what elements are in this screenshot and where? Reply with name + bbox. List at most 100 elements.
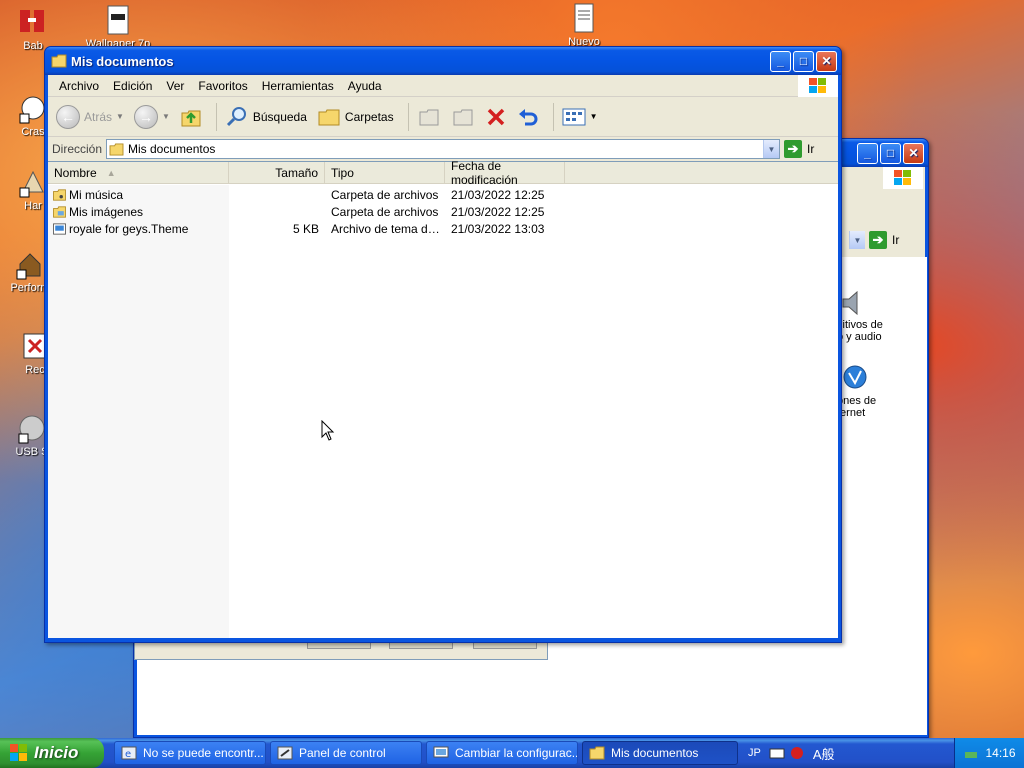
chevron-down-icon[interactable]: ▼ — [116, 112, 124, 121]
windows-flag-icon — [798, 75, 838, 97]
forward-button[interactable]: → ▼ — [132, 102, 172, 132]
control-panel-item-label: ones de — [837, 395, 877, 407]
menu-archivo[interactable]: Archivo — [52, 79, 106, 93]
undo-button[interactable] — [515, 102, 541, 132]
explorer-window[interactable]: Mis documentos _ □ ✕ Archivo Edición Ver… — [44, 46, 842, 643]
search-icon — [226, 106, 246, 126]
toolbar-separator — [215, 102, 217, 131]
task-button-error[interactable]: e No se puede encontr... — [114, 741, 266, 765]
language-bar[interactable]: JP A般 — [748, 738, 835, 768]
folder-icon — [109, 142, 124, 156]
folders-button[interactable]: Carpetas — [315, 102, 396, 132]
views-button[interactable]: ▼ — [560, 102, 600, 132]
control-panel-item-sound[interactable]: sitivos de o y audio — [837, 287, 927, 343]
file-size: 5 KB — [292, 221, 319, 236]
chevron-down-icon[interactable]: ▼ — [162, 112, 170, 121]
menu-ayuda[interactable]: Ayuda — [341, 79, 389, 93]
file-name: Mis imágenes — [69, 204, 144, 219]
keyboard-icon[interactable] — [769, 747, 785, 759]
toolbar-separator — [552, 102, 554, 131]
folder-icon — [51, 54, 67, 68]
file-row[interactable]: Mi música Carpeta de archivos 21/03/2022… — [48, 186, 838, 203]
desktop-icon-nuevo[interactable]: Nuevo — [548, 2, 620, 48]
delete-button[interactable] — [483, 102, 509, 132]
go-button[interactable]: ➔ Ir — [784, 140, 834, 158]
maximize-button[interactable]: □ — [793, 50, 814, 72]
address-value: Mis documentos — [128, 142, 216, 156]
task-button-control-panel[interactable]: Panel de control — [270, 741, 422, 765]
file-name: royale for geys.Theme — [69, 221, 189, 236]
file-type: Archivo de tema de ... — [331, 221, 445, 236]
up-folder-button[interactable] — [178, 102, 204, 132]
file-row[interactable]: Mis imágenes Carpeta de archivos 21/03/2… — [48, 203, 838, 220]
column-header-size[interactable]: Tamaño — [229, 162, 325, 184]
delete-icon — [487, 108, 504, 125]
task-button-display-settings[interactable]: Cambiar la configurac... — [426, 741, 578, 765]
windows-flag-icon — [10, 744, 27, 761]
mouse-cursor-icon — [321, 420, 335, 441]
back-button[interactable]: ← Atrás ▼ — [54, 102, 126, 132]
file-modified: 21/03/2022 12:25 — [451, 187, 545, 202]
app-shortcut-icon — [20, 10, 44, 32]
maximize-button[interactable]: □ — [880, 142, 901, 164]
move-to-button[interactable] — [415, 102, 443, 132]
control-panel-icon — [277, 746, 293, 760]
text-document-icon — [574, 3, 594, 33]
address-dropdown-button[interactable]: ▼ — [849, 231, 865, 249]
desktop-icon-label: Bab — [23, 40, 43, 52]
go-button[interactable]: ➔ Ir — [869, 231, 919, 249]
desktop-icon-label: Rec — [25, 364, 45, 376]
address-field[interactable]: Mis documentos ▼ — [106, 139, 780, 159]
start-label: Inicio — [34, 743, 79, 762]
sorted-column-highlight — [48, 185, 229, 638]
svg-text:e: e — [125, 749, 131, 760]
control-panel-item-label: sitivos de — [837, 319, 883, 331]
close-button[interactable]: ✕ — [816, 50, 837, 72]
theme-file-icon — [53, 222, 66, 235]
network-icon[interactable] — [963, 746, 979, 760]
address-dropdown-button[interactable]: ▼ — [763, 140, 779, 158]
column-header-modified[interactable]: Fecha de modificación — [445, 159, 565, 187]
file-type: Carpeta de archivos — [331, 204, 439, 219]
desktop-icon-label: Cras — [21, 126, 45, 138]
control-panel-item-internet[interactable]: ones de ternet — [837, 363, 927, 419]
windows-flag-icon — [883, 167, 923, 189]
column-header-type[interactable]: Tipo — [325, 162, 445, 184]
menu-ver[interactable]: Ver — [159, 79, 191, 93]
menu-edicion[interactable]: Edición — [106, 79, 159, 93]
task-button-mis-documentos[interactable]: Mis documentos — [582, 741, 738, 765]
performance-shortcut-icon — [16, 253, 41, 280]
control-panel-item-label: o y audio — [837, 331, 882, 343]
clock[interactable]: 14:16 — [985, 746, 1015, 760]
system-tray: 14:16 — [954, 738, 1024, 768]
column-header-name[interactable]: Nombre ▲ — [48, 162, 229, 184]
file-list[interactable]: Nombre ▲ Tamaño Tipo Fecha de modificaci… — [48, 159, 838, 638]
music-folder-icon — [53, 188, 66, 201]
toolbar: ← Atrás ▼ → ▼ Búsqueda Carpetas ▼ — [48, 97, 838, 137]
file-row[interactable]: royale for geys.Theme 5 KB Archivo de te… — [48, 220, 838, 237]
menu-bar: Archivo Edición Ver Favoritos Herramient… — [48, 75, 838, 97]
explorer-titlebar[interactable]: Mis documentos _ □ ✕ — [45, 47, 841, 75]
control-panel-item-label: ternet — [837, 407, 866, 419]
undo-icon — [518, 108, 538, 125]
back-arrow-icon: ← — [56, 104, 80, 129]
ime-language[interactable]: JP — [748, 747, 761, 759]
ime-pad-icon[interactable] — [789, 746, 805, 760]
menu-favoritos[interactable]: Favoritos — [191, 79, 254, 93]
desktop-icon-wallpaper[interactable]: Wallpaper 7p — [80, 4, 156, 50]
folder-icon — [589, 746, 605, 760]
address-label: Dirección — [52, 142, 103, 156]
toolbar-separator — [407, 102, 409, 131]
search-button[interactable]: Búsqueda — [223, 102, 309, 132]
file-name: Mi música — [69, 187, 124, 202]
copy-to-button[interactable] — [449, 102, 477, 132]
ie-icon: e — [121, 746, 137, 760]
start-button[interactable]: Inicio — [0, 738, 104, 768]
ime-mode[interactable]: A般 — [813, 744, 835, 763]
minimize-button[interactable]: _ — [857, 142, 878, 164]
minimize-button[interactable]: _ — [770, 50, 791, 72]
menu-herramientas[interactable]: Herramientas — [255, 79, 341, 93]
display-settings-icon — [433, 746, 449, 758]
file-modified: 21/03/2022 12:25 — [451, 204, 545, 219]
close-button[interactable]: ✕ — [903, 142, 924, 164]
